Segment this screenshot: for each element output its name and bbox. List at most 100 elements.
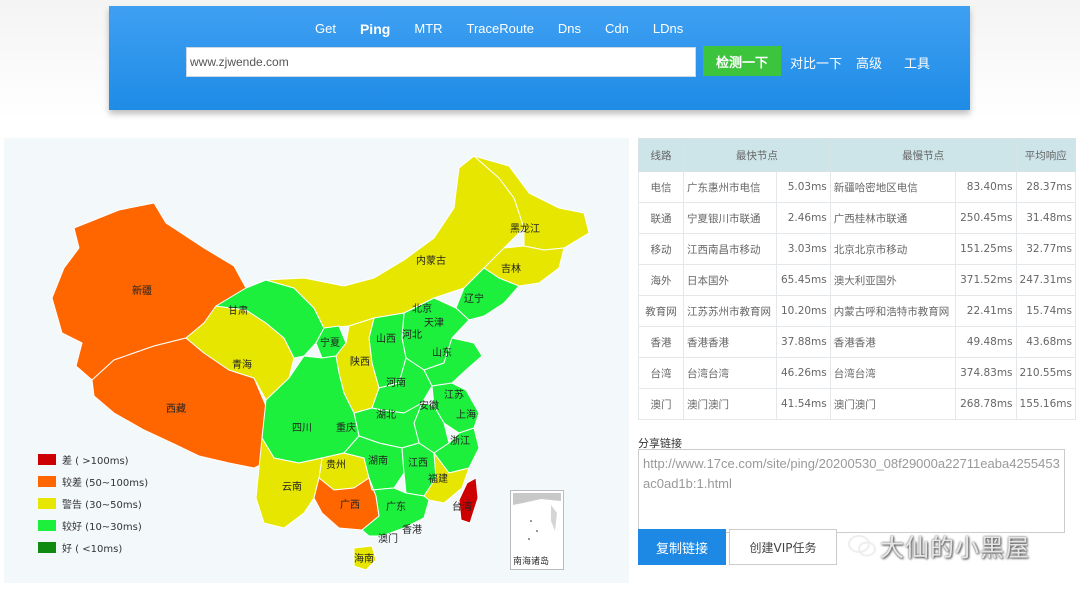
tab-get[interactable]: Get [315,21,336,37]
label-fujian: 福建 [428,472,448,485]
cell-fast-node: 日本国外 [683,264,777,296]
label-beijing: 北京 [412,302,432,315]
legend-swatch [38,519,56,531]
cell-fast-node: 香港香港 [683,326,777,358]
label-hubei: 湖北 [376,409,396,421]
table-row: 移动 江西南昌市移动 3.03ms 北京北京市移动 151.25ms 32.77ms [638,233,1077,265]
table-header-row: 线路 最快节点 最慢节点 平均响应 [638,138,1077,172]
cell-fast-ms: 10.20ms [775,295,831,327]
cell-line: 海外 [638,264,684,296]
cell-line: 教育网 [638,295,684,327]
label-shanxi: 山西 [376,333,396,345]
cell-fast-node: 宁夏银川市联通 [683,202,777,234]
url-input[interactable] [186,47,696,77]
label-sichuan: 四川 [292,423,312,434]
label-shandong: 山东 [432,346,452,359]
label-hebei: 河北 [402,329,422,341]
legend-item: 警告 (30~50ms) [38,492,148,514]
cell-slow-node: 香港香港 [829,326,956,358]
label-anhui: 安徽 [419,399,439,412]
cell-fast-ms: 65.45ms [775,264,831,296]
cell-fast-ms: 37.88ms [775,326,831,358]
cell-slow-ms: 268.78ms [954,388,1017,420]
cell-fast-node: 台湾台湾 [683,357,777,389]
cell-slow-ms: 22.41ms [954,295,1017,327]
label-neimenggu: 内蒙古 [416,254,446,267]
label-jiangxi: 江西 [408,457,428,469]
table-row: 澳门 澳门澳门 41.54ms 澳门澳门 268.78ms 155.16ms [638,388,1077,420]
legend-item: 较好 (10~30ms) [38,514,148,536]
table-row: 台湾 台湾台湾 46.26ms 台湾台湾 374.83ms 210.55ms [638,357,1077,389]
label-guangxi: 广西 [340,499,360,511]
table-row: 海外 日本国外 65.45ms 澳大利亚国外 371.52ms 247.31ms [638,264,1077,296]
label-zhejiang: 浙江 [450,435,470,447]
label-ningxia: 宁夏 [320,336,340,349]
tab-mtr[interactable]: MTR [414,21,442,37]
cell-line: 电信 [638,171,684,203]
cell-fast-node: 江苏苏州市教育网 [683,295,777,327]
col-slowest: 最慢节点 [829,138,1017,172]
tab-ping[interactable]: Ping [360,21,390,37]
cell-slow-node: 新疆哈密地区电信 [829,171,956,203]
cell-average: 210.55ms [1015,357,1077,389]
south-china-sea-inset: 南海诸岛 [510,490,564,570]
cell-fast-ms: 3.03ms [775,233,831,265]
table-body: 电信 广东惠州市电信 5.03ms 新疆哈密地区电信 83.40ms 28.37ms 联通宁… [638,171,1077,420]
legend-label: 较差 (50~100ms) [62,477,149,489]
copy-link-button[interactable]: 复制链接 [638,529,726,565]
cell-slow-ms: 49.48ms [954,326,1017,358]
check-button[interactable]: 检测一下 [703,46,781,76]
share-link-textarea[interactable]: http://www.17ce.com/site/ping/20200530_0… [638,449,1065,533]
label-hainan: 海南 [354,552,374,565]
cell-average: 31.48ms [1015,202,1077,234]
legend-item: 好 ( <10ms) [38,536,148,558]
cell-slow-ms: 151.25ms [954,233,1017,265]
cell-slow-node: 内蒙古呼和浩特市教育网 [829,295,956,327]
col-line: 线路 [638,138,684,172]
cell-line: 台湾 [638,357,684,389]
cell-fast-node: 广东惠州市电信 [683,171,777,203]
cell-slow-ms: 374.83ms [954,357,1017,389]
tab-dns[interactable]: Dns [558,21,581,37]
cell-slow-ms: 250.45ms [954,202,1017,234]
cell-fast-ms: 46.26ms [775,357,831,389]
tab-traceroute[interactable]: TraceRoute [466,21,533,37]
inset-map [513,493,561,540]
cell-average: 28.37ms [1015,171,1077,203]
legend-swatch [38,541,56,553]
cell-fast-ms: 5.03ms [775,171,831,203]
label-liaoning: 辽宁 [464,292,484,305]
label-jilin: 吉林 [501,262,521,275]
legend-swatch [38,453,56,465]
cell-line: 澳门 [638,388,684,420]
label-yunnan: 云南 [282,480,302,493]
label-taiwan: 台湾 [452,500,472,513]
create-vip-task-button[interactable]: 创建VIP任务 [729,529,837,565]
legend-label: 警告 (30~50ms) [62,499,142,511]
label-heilongjiang: 黑龙江 [510,222,540,235]
label-xinjiang: 新疆 [132,284,152,297]
cell-average: 43.68ms [1015,326,1077,358]
nav-tabs: Get Ping MTR TraceRoute Dns Cdn LDns [315,21,707,37]
col-average: 平均响应 [1015,138,1077,172]
compare-link[interactable]: 对比一下 [790,53,842,72]
label-gansu: 甘肃 [228,304,248,317]
advanced-link[interactable]: 高级 [856,53,882,72]
legend-swatch [38,475,56,487]
legend-item: 差 ( >100ms) [38,448,148,470]
cell-line: 联通 [638,202,684,234]
cell-average: 15.74ms [1015,295,1077,327]
latency-map: 新疆 西藏 青海 甘肃 内蒙古 黑龙江 吉林 辽宁 北京 天津 河北 山西 宁夏… [4,138,629,583]
cell-average: 247.31ms [1015,264,1077,296]
tab-ldns[interactable]: LDns [653,21,683,37]
label-hunan: 湖南 [368,454,388,467]
cell-slow-ms: 371.52ms [954,264,1017,296]
label-tibet: 西藏 [166,403,186,415]
cell-line: 香港 [638,326,684,358]
tab-cdn[interactable]: Cdn [605,21,629,37]
cell-fast-ms: 2.46ms [775,202,831,234]
results-table: 线路 最快节点 最慢节点 平均响应 电信 广东惠州市电信 5.03ms 新疆哈密地区电… [638,138,1077,420]
tools-link[interactable]: 工具 [904,53,930,72]
label-guangdong: 广东 [386,500,406,513]
label-henan: 河南 [386,376,406,389]
